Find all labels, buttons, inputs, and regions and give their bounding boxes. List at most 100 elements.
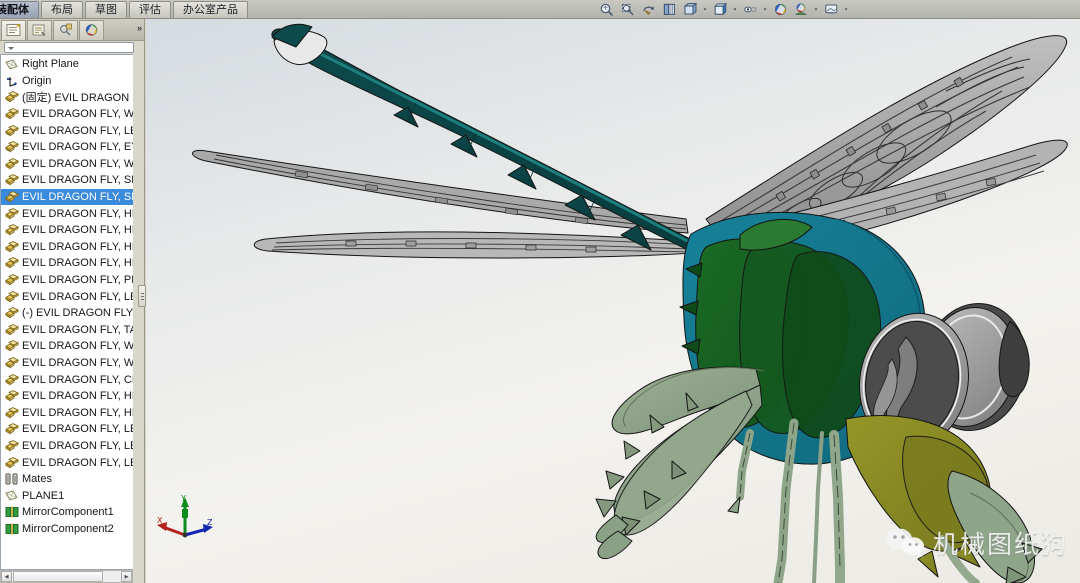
- view-settings-dropdown-caret[interactable]: [842, 1, 850, 19]
- mirror-icon: [4, 522, 19, 535]
- tree-item-label: EVIL DRAGON FLY, LEG: [22, 290, 133, 303]
- display-manager-tab[interactable]: [79, 19, 104, 40]
- component-icon: [4, 356, 19, 369]
- tree-item[interactable]: EVIL DRAGON FLY, LEG: [1, 438, 133, 455]
- panel-tab-overflow-button[interactable]: »: [137, 23, 142, 33]
- component-icon: [4, 439, 19, 452]
- tree-item[interactable]: EVIL DRAGON FLY, LEG: [1, 122, 133, 139]
- component-icon: [4, 340, 19, 353]
- component-icon: [4, 406, 19, 419]
- component-icon: [4, 257, 19, 270]
- triad-x-label: X: [157, 516, 163, 525]
- tree-item[interactable]: MirrorComponent1: [1, 504, 133, 521]
- display-style-icon[interactable]: [710, 1, 730, 19]
- feature-tree: Right Plane Origin (固定) EVIL DRAGON F EVIL …: [1, 55, 133, 537]
- mirror-icon: [4, 506, 19, 519]
- front-wing-left-upper: [192, 149, 689, 234]
- rotate-view-icon[interactable]: [638, 1, 658, 19]
- tree-item-label: EVIL DRAGON FLY, LEG: [22, 456, 133, 469]
- command-tab-1[interactable]: 布局: [41, 1, 83, 18]
- tree-item[interactable]: EVIL DRAGON FLY, HE: [1, 255, 133, 272]
- tree-item-label: PLANE1: [22, 489, 65, 502]
- tree-item[interactable]: EVIL DRAGON FLY, CH: [1, 371, 133, 388]
- tree-item[interactable]: EVIL DRAGON FLY, HE: [1, 388, 133, 405]
- tree-item-label: MirrorComponent1: [22, 506, 114, 519]
- tree-item-label: (-) EVIL DRAGON FLY,: [22, 307, 133, 320]
- view-orientation-icon[interactable]: [680, 1, 700, 19]
- tree-item[interactable]: EVIL DRAGON FLY, LEG: [1, 288, 133, 305]
- tree-item-label: EVIL DRAGON FLY, SPI: [22, 191, 133, 204]
- hide-show-items-icon[interactable]: [740, 1, 760, 19]
- tree-item[interactable]: PLANE1: [1, 487, 133, 504]
- tree-item[interactable]: EVIL DRAGON FLY, PEI: [1, 272, 133, 289]
- component-icon: [4, 390, 19, 403]
- tree-item[interactable]: (-) EVIL DRAGON FLY,: [1, 305, 133, 322]
- panel-splitter-handle[interactable]: [138, 285, 146, 307]
- component-icon: [4, 207, 19, 220]
- feature-manager-tab[interactable]: [1, 19, 26, 40]
- feature-tree-horizontal-scrollbar[interactable]: ◀ ▶: [0, 570, 133, 583]
- configuration-manager-tab[interactable]: [53, 19, 78, 40]
- scene-dropdown-caret[interactable]: [812, 1, 820, 19]
- component-icon: [4, 307, 19, 320]
- property-manager-tab[interactable]: [27, 19, 52, 40]
- triad-z-label: Z: [207, 518, 213, 527]
- view-orientation-dropdown-caret[interactable]: [701, 1, 709, 19]
- tree-item-label: EVIL DRAGON FLY, HE: [22, 390, 133, 403]
- hide-show-dropdown-caret[interactable]: [761, 1, 769, 19]
- command-tab-0[interactable]: 装配体: [0, 1, 39, 18]
- component-icon: [4, 373, 19, 386]
- tree-item[interactable]: EVIL DRAGON FLY, HE: [1, 222, 133, 239]
- tree-item[interactable]: EVIL DRAGON FLY, HE: [1, 239, 133, 256]
- tree-item-label: EVIL DRAGON FLY, PEI: [22, 274, 133, 287]
- tree-item[interactable]: (固定) EVIL DRAGON F: [1, 89, 133, 106]
- tree-item[interactable]: EVIL DRAGON FLY, LEG: [1, 454, 133, 471]
- scroll-right-arrow-icon[interactable]: ▶: [121, 571, 132, 582]
- component-icon: [4, 224, 19, 237]
- tree-item[interactable]: Mates: [1, 471, 133, 488]
- horizontal-scroll-thumb[interactable]: [13, 571, 103, 582]
- tree-item[interactable]: MirrorComponent2: [1, 521, 133, 538]
- appearances-icon[interactable]: [770, 1, 790, 19]
- tree-item[interactable]: EVIL DRAGON FLY, WI: [1, 156, 133, 173]
- tree-item-label: MirrorComponent2: [22, 522, 114, 535]
- tree-item[interactable]: Right Plane: [1, 56, 133, 73]
- origin-icon: [4, 74, 19, 87]
- section-view-icon[interactable]: [659, 1, 679, 19]
- scroll-left-arrow-icon[interactable]: ◀: [1, 571, 12, 582]
- graphics-viewport[interactable]: Y X Z 机械图纸狗: [146, 19, 1080, 583]
- tree-item-label: EVIL DRAGON FLY, SPI: [22, 174, 133, 187]
- zoom-to-area-icon[interactable]: [617, 1, 637, 19]
- tree-item[interactable]: EVIL DRAGON FLY, WI: [1, 355, 133, 372]
- command-tab-2[interactable]: 草图: [85, 1, 127, 18]
- command-tab-4[interactable]: 办公室产品: [173, 1, 248, 18]
- view-settings-icon[interactable]: [821, 1, 841, 19]
- tree-item[interactable]: EVIL DRAGON FLY, LEG: [1, 421, 133, 438]
- tree-item[interactable]: Origin: [1, 73, 133, 90]
- tree-item[interactable]: EVIL DRAGON FLY, WI: [1, 106, 133, 123]
- component-icon: [4, 456, 19, 469]
- tree-item[interactable]: EVIL DRAGON FLY, HE: [1, 205, 133, 222]
- tree-item-label: EVIL DRAGON FLY, LEG: [22, 439, 133, 452]
- component-icon: [4, 191, 19, 204]
- display-style-dropdown-caret[interactable]: [731, 1, 739, 19]
- tree-item[interactable]: EVIL DRAGON FLY, HE: [1, 404, 133, 421]
- tree-item[interactable]: EVIL DRAGON FLY, SPI: [1, 188, 133, 206]
- tree-item-label: EVIL DRAGON FLY, LEG: [22, 423, 133, 436]
- tree-item[interactable]: EVIL DRAGON FLY, WI: [1, 338, 133, 355]
- feature-filter-input[interactable]: [4, 42, 134, 53]
- tree-item[interactable]: EVIL DRAGON FLY, EYE: [1, 139, 133, 156]
- scene-icon[interactable]: [791, 1, 811, 19]
- tree-item-label: EVIL DRAGON FLY, HE: [22, 207, 133, 220]
- tree-item[interactable]: EVIL DRAGON FLY, TAI: [1, 322, 133, 339]
- tree-item[interactable]: EVIL DRAGON FLY, SPI: [1, 172, 133, 189]
- plane-icon: [4, 489, 19, 502]
- command-tab-3[interactable]: 评估: [129, 1, 171, 18]
- triad-y-label: Y: [180, 494, 186, 503]
- feature-filter-row: [0, 41, 144, 53]
- zoom-to-fit-icon[interactable]: [596, 1, 616, 19]
- tree-item-label: Mates: [22, 473, 52, 486]
- dragonfly-assembly-model: [192, 23, 1068, 583]
- component-icon: [4, 141, 19, 154]
- tree-item-label: EVIL DRAGON FLY, WI: [22, 157, 133, 170]
